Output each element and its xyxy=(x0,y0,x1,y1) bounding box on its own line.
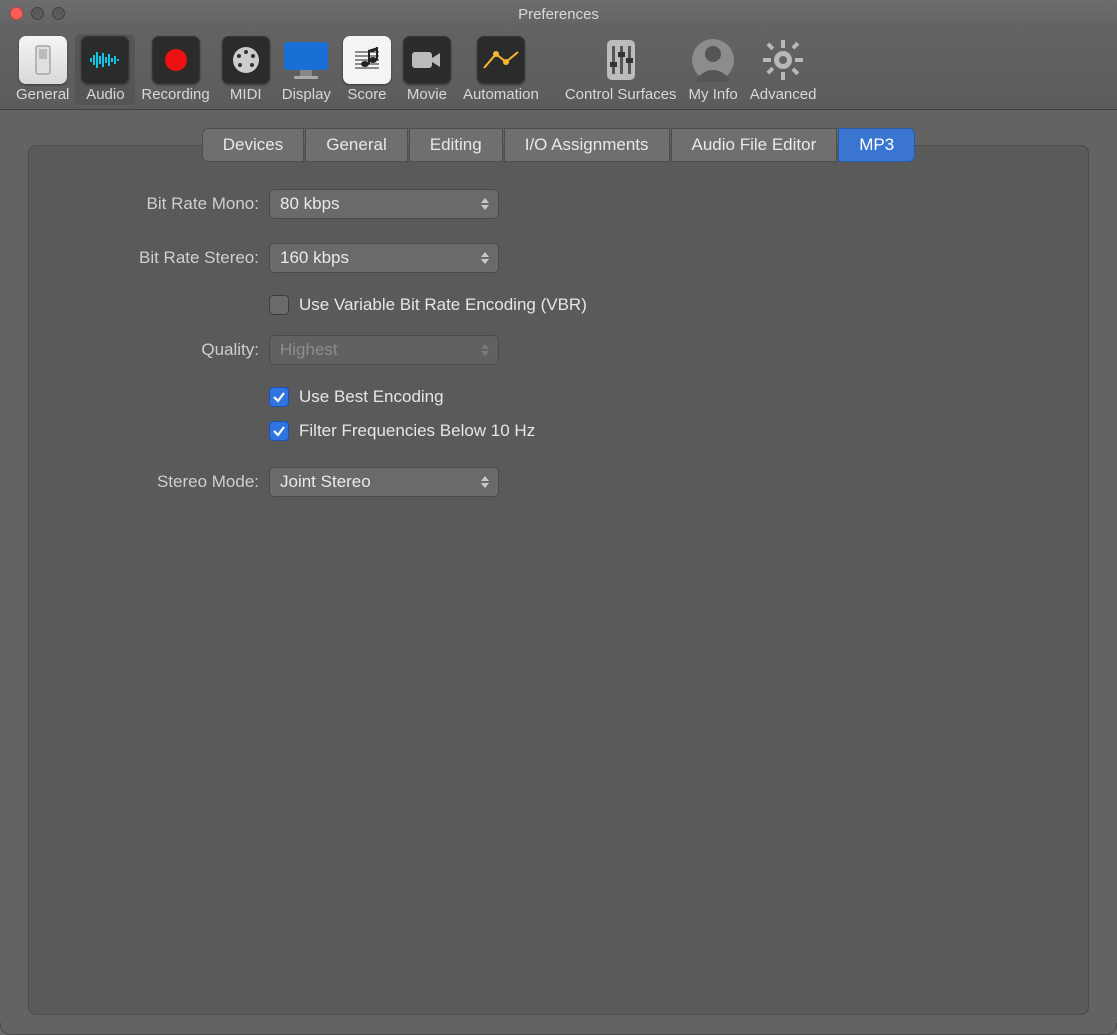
prefs-toolbar: General Audio Recording MIDI Display xyxy=(0,28,1117,110)
toolbar-label: Advanced xyxy=(750,86,817,103)
popup-stereo-mode[interactable]: Joint Stereo xyxy=(269,467,499,497)
checkbox-vbr[interactable] xyxy=(269,295,289,315)
toolbar-item-score[interactable]: Score xyxy=(337,34,397,105)
toolbar-item-audio[interactable]: Audio xyxy=(75,34,135,105)
label-bit-rate-stereo: Bit Rate Stereo: xyxy=(69,248,269,268)
chevron-updown-icon xyxy=(478,472,492,492)
toolbar-item-advanced[interactable]: Advanced xyxy=(744,34,823,105)
label-filter-freq: Filter Frequencies Below 10 Hz xyxy=(299,421,535,441)
label-stereo-mode: Stereo Mode: xyxy=(69,472,269,492)
subtab-audio-file-editor[interactable]: Audio File Editor xyxy=(671,128,838,162)
checkbox-filter-freq[interactable] xyxy=(269,421,289,441)
content-area: Devices General Editing I/O Assignments … xyxy=(0,110,1117,1023)
row-bit-rate-mono: Bit Rate Mono: 80 kbps xyxy=(69,182,1048,226)
label-quality: Quality: xyxy=(69,340,269,360)
subtab-devices[interactable]: Devices xyxy=(202,128,304,162)
toolbar-label: Audio xyxy=(86,86,124,103)
score-icon xyxy=(343,36,391,84)
toolbar-item-my-info[interactable]: My Info xyxy=(683,34,744,105)
automation-icon xyxy=(477,36,525,84)
popup-value: 160 kbps xyxy=(280,248,349,268)
toolbar-label: My Info xyxy=(689,86,738,103)
waveform-icon xyxy=(81,36,129,84)
close-icon[interactable] xyxy=(10,7,23,20)
person-icon xyxy=(689,36,737,84)
row-best-encoding: Use Best Encoding xyxy=(269,382,1048,412)
toolbar-label: MIDI xyxy=(230,86,262,103)
gear-icon xyxy=(759,36,807,84)
toolbar-item-control-surfaces[interactable]: Control Surfaces xyxy=(559,34,683,105)
record-icon xyxy=(152,36,200,84)
preferences-window: Preferences General Audio Recording MIDI xyxy=(0,0,1117,1035)
monitor-icon xyxy=(282,36,330,84)
window-title: Preferences xyxy=(0,6,1117,23)
popup-bit-rate-stereo[interactable]: 160 kbps xyxy=(269,243,499,273)
midi-icon xyxy=(222,36,270,84)
chevron-updown-icon xyxy=(478,248,492,268)
toolbar-label: Automation xyxy=(463,86,539,103)
chevron-updown-icon xyxy=(478,340,492,360)
window-controls xyxy=(10,7,65,20)
row-vbr: Use Variable Bit Rate Encoding (VBR) xyxy=(269,290,1048,320)
popup-value: 80 kbps xyxy=(280,194,340,214)
zoom-icon[interactable] xyxy=(52,7,65,20)
chevron-updown-icon xyxy=(478,194,492,214)
toolbar-label: Control Surfaces xyxy=(565,86,677,103)
mp3-panel: Bit Rate Mono: 80 kbps Bit Rate Stereo: … xyxy=(28,145,1089,1015)
toolbar-label: Recording xyxy=(141,86,209,103)
toolbar-item-general[interactable]: General xyxy=(10,34,75,105)
row-filter-freq: Filter Frequencies Below 10 Hz xyxy=(269,416,1048,446)
label-bit-rate-mono: Bit Rate Mono: xyxy=(69,194,269,214)
checkbox-best-encoding[interactable] xyxy=(269,387,289,407)
toolbar-item-automation[interactable]: Automation xyxy=(457,34,545,105)
toolbar-label: Movie xyxy=(407,86,447,103)
popup-value: Joint Stereo xyxy=(280,472,371,492)
sliders-icon xyxy=(597,36,645,84)
subtab-editing[interactable]: Editing xyxy=(409,128,503,162)
row-stereo-mode: Stereo Mode: Joint Stereo xyxy=(69,460,1048,504)
toolbar-label: Score xyxy=(347,86,386,103)
subtab-io-assignments[interactable]: I/O Assignments xyxy=(504,128,670,162)
label-vbr: Use Variable Bit Rate Encoding (VBR) xyxy=(299,295,587,315)
popup-quality: Highest xyxy=(269,335,499,365)
subtab-mp3[interactable]: MP3 xyxy=(838,128,915,162)
popup-bit-rate-mono[interactable]: 80 kbps xyxy=(269,189,499,219)
camera-icon xyxy=(403,36,451,84)
toolbar-item-movie[interactable]: Movie xyxy=(397,34,457,105)
toolbar-label: Display xyxy=(282,86,331,103)
minimize-icon[interactable] xyxy=(31,7,44,20)
row-quality: Quality: Highest xyxy=(69,328,1048,372)
toolbar-item-recording[interactable]: Recording xyxy=(135,34,215,105)
toolbar-label: General xyxy=(16,86,69,103)
row-bit-rate-stereo: Bit Rate Stereo: 160 kbps xyxy=(69,236,1048,280)
subtab-general[interactable]: General xyxy=(305,128,407,162)
toolbar-item-midi[interactable]: MIDI xyxy=(216,34,276,105)
titlebar[interactable]: Preferences xyxy=(0,0,1117,28)
label-best-encoding: Use Best Encoding xyxy=(299,387,444,407)
switch-icon xyxy=(19,36,67,84)
audio-subtabs: Devices General Editing I/O Assignments … xyxy=(0,128,1117,162)
popup-value: Highest xyxy=(280,340,338,360)
toolbar-item-display[interactable]: Display xyxy=(276,34,337,105)
